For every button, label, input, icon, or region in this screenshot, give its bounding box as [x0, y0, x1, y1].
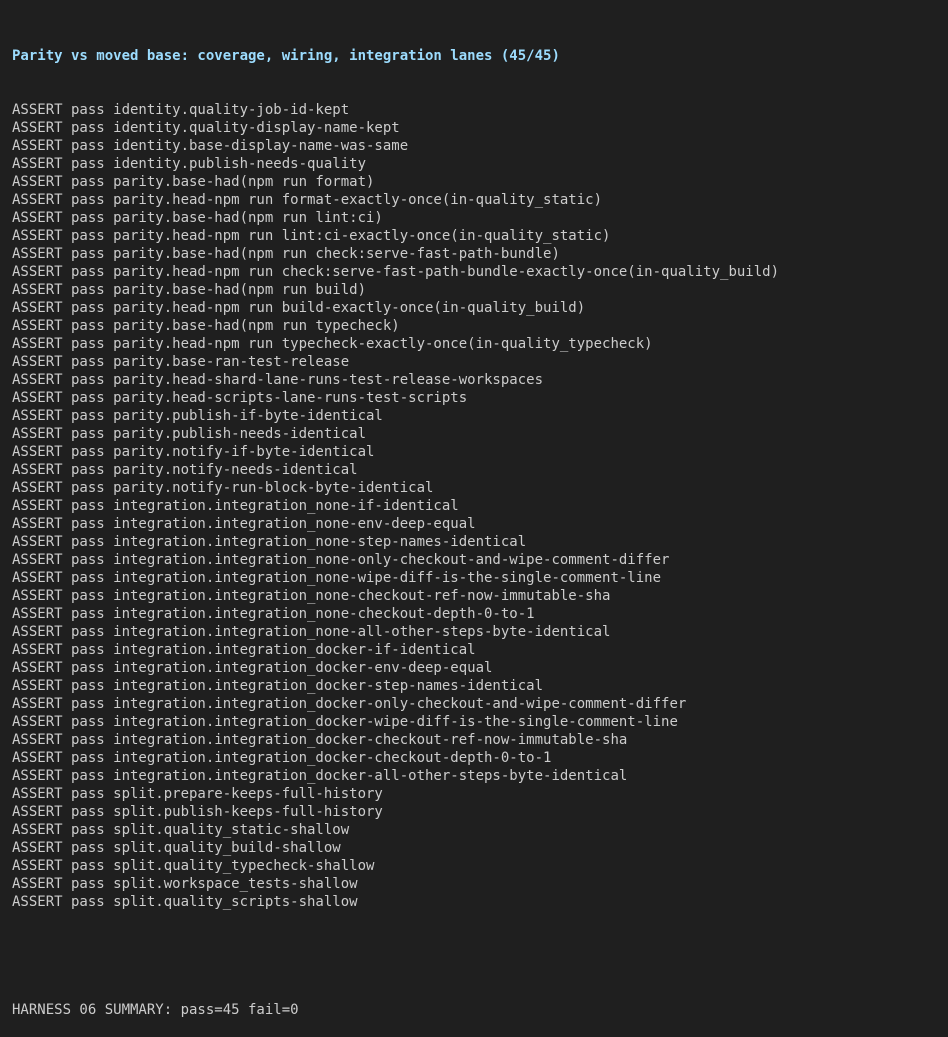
assert-line: ASSERT pass integration.integration_none… [12, 588, 611, 604]
assert-line: ASSERT pass parity.notify-needs-identica… [12, 462, 358, 478]
assert-line: ASSERT pass parity.head-npm run format-e… [12, 192, 603, 208]
assert-line: ASSERT pass split.quality_typecheck-shal… [12, 858, 375, 874]
assert-line: ASSERT pass integration.integration_dock… [12, 642, 476, 658]
assert-line: ASSERT pass integration.integration_dock… [12, 768, 628, 784]
assert-line: ASSERT pass identity.base-display-name-w… [12, 138, 409, 154]
assert-line: ASSERT pass split.quality_scripts-shallo… [12, 894, 358, 910]
assert-line: ASSERT pass identity.quality-job-id-kept [12, 102, 350, 118]
assert-line: ASSERT pass parity.head-shard-lane-runs-… [12, 372, 544, 388]
assert-line: ASSERT pass parity.base-had(npm run type… [12, 318, 400, 334]
assert-line: ASSERT pass integration.integration_none… [12, 624, 611, 640]
assert-line: ASSERT pass parity.notify-if-byte-identi… [12, 444, 375, 460]
assert-line: ASSERT pass parity.notify-run-block-byte… [12, 480, 434, 496]
assert-line: ASSERT pass integration.integration_none… [12, 552, 670, 568]
terminal-output: Parity vs moved base: coverage, wiring, … [12, 11, 948, 1037]
assert-line: ASSERT pass integration.integration_none… [12, 498, 459, 514]
assert-line: ASSERT pass integration.integration_none… [12, 534, 527, 550]
assert-line: ASSERT pass split.workspace_tests-shallo… [12, 876, 358, 892]
assert-line: ASSERT pass integration.integration_dock… [12, 660, 493, 676]
assert-line: ASSERT pass parity.head-npm run build-ex… [12, 300, 586, 316]
assert-line: ASSERT pass split.quality_static-shallow [12, 822, 350, 838]
assert-line: ASSERT pass parity.publish-if-byte-ident… [12, 408, 383, 424]
assert-line: ASSERT pass integration.integration_none… [12, 570, 662, 586]
assert-line: ASSERT pass integration.integration_dock… [12, 732, 628, 748]
assert-line: ASSERT pass integration.integration_none… [12, 516, 476, 532]
assert-line: ASSERT pass parity.base-had(npm run chec… [12, 246, 560, 262]
assert-line: ASSERT pass integration.integration_dock… [12, 750, 552, 766]
assert-line: ASSERT pass split.prepare-keeps-full-his… [12, 786, 383, 802]
assert-line: ASSERT pass identity.publish-needs-quali… [12, 156, 367, 172]
assert-line: ASSERT pass integration.integration_none… [12, 606, 535, 622]
assert-line: ASSERT pass parity.base-had(npm run buil… [12, 282, 367, 298]
harness-summary: HARNESS 06 SUMMARY: pass=45 fail=0 [12, 1002, 299, 1018]
assert-line: ASSERT pass parity.head-npm run typechec… [12, 336, 653, 352]
assert-line: ASSERT pass identity.quality-display-nam… [12, 120, 400, 136]
assert-line: ASSERT pass integration.integration_dock… [12, 678, 544, 694]
section-heading: Parity vs moved base: coverage, wiring, … [12, 48, 560, 64]
assert-line: ASSERT pass parity.publish-needs-identic… [12, 426, 367, 442]
assert-line: ASSERT pass parity.head-npm run check:se… [12, 264, 780, 280]
assert-line: ASSERT pass parity.head-scripts-lane-run… [12, 390, 468, 406]
assert-line: ASSERT pass parity.head-npm run lint:ci-… [12, 228, 611, 244]
assert-line: ASSERT pass parity.base-ran-test-release [12, 354, 350, 370]
assert-line: ASSERT pass split.publish-keeps-full-his… [12, 804, 383, 820]
assert-list: ASSERT pass identity.quality-job-id-kept… [12, 101, 948, 911]
assert-line: ASSERT pass parity.base-had(npm run lint… [12, 210, 383, 226]
assert-line: ASSERT pass integration.integration_dock… [12, 696, 687, 712]
assert-line: ASSERT pass split.quality_build-shallow [12, 840, 341, 856]
assert-line: ASSERT pass parity.base-had(npm run form… [12, 174, 375, 190]
assert-line: ASSERT pass integration.integration_dock… [12, 714, 678, 730]
